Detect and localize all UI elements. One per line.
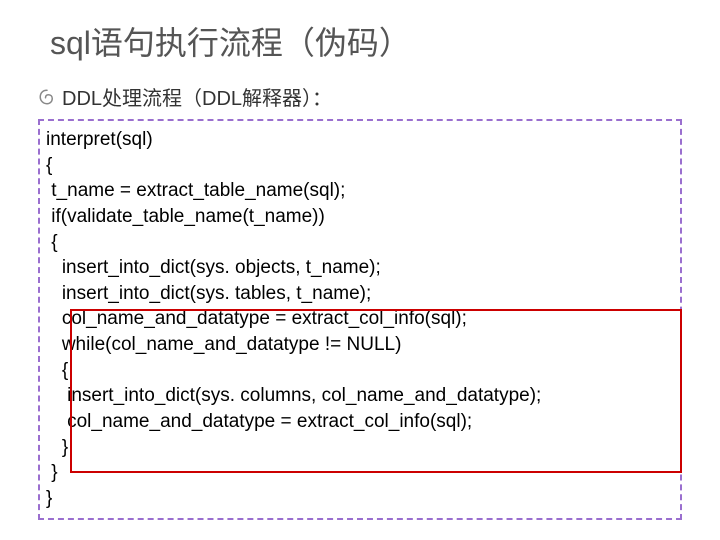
- code-line: }: [46, 486, 674, 512]
- code-box: interpret(sql) { t_name = extract_table_…: [38, 119, 682, 520]
- code-line: }: [46, 460, 674, 486]
- code-line: insert_into_dict(sys. objects, t_name);: [46, 255, 674, 281]
- code-line: {: [46, 153, 674, 179]
- slide: sql语句执行流程（伪码） DDL处理流程（DDL解释器）： interpret…: [0, 0, 720, 540]
- code-line: t_name = extract_table_name(sql);: [46, 178, 674, 204]
- code-line: insert_into_dict(sys. columns, col_name_…: [46, 383, 674, 409]
- slide-title: sql语句执行流程（伪码）: [50, 18, 700, 64]
- subtitle-text: DDL处理流程（DDL解释器）：: [62, 82, 332, 111]
- code-line: while(col_name_and_datatype != NULL): [46, 332, 674, 358]
- code-line: }: [46, 435, 674, 461]
- code-line: col_name_and_datatype = extract_col_info…: [46, 409, 674, 435]
- code-line: {: [46, 358, 674, 384]
- code-line: {: [46, 230, 674, 256]
- subtitle-row: DDL处理流程（DDL解释器）：: [38, 82, 700, 111]
- code-line: col_name_and_datatype = extract_col_info…: [46, 306, 674, 332]
- code-line: insert_into_dict(sys. tables, t_name);: [46, 281, 674, 307]
- code-line: interpret(sql): [46, 127, 674, 153]
- code-line: if(validate_table_name(t_name)): [46, 204, 674, 230]
- swirl-icon: [38, 88, 56, 106]
